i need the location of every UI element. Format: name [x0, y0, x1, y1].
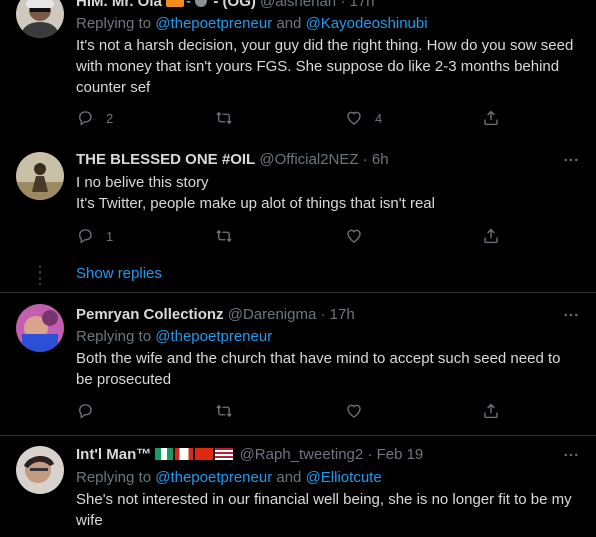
reply-button[interactable]: 1	[76, 226, 113, 246]
share-button[interactable]	[482, 108, 500, 128]
retweet-icon	[215, 109, 233, 127]
tweet-text-line: I no belive this story	[76, 174, 209, 191]
replying-to-label: Replying to	[76, 328, 156, 345]
separator: ·	[336, 0, 350, 10]
reply-button[interactable]	[76, 401, 94, 421]
replying-to: Replying to @thepoetpreneur and @Elliotc…	[76, 468, 382, 488]
share-icon	[482, 402, 500, 420]
reply-button[interactable]: 2	[76, 108, 113, 128]
more-icon	[562, 151, 580, 169]
separator: ·	[316, 306, 330, 323]
heart-icon	[345, 109, 363, 127]
like-button[interactable]	[345, 401, 363, 421]
show-replies-link[interactable]: Show replies	[76, 264, 162, 284]
timestamp[interactable]: 17h	[350, 0, 375, 10]
more-button[interactable]	[562, 446, 580, 464]
heart-icon	[345, 227, 363, 245]
display-name[interactable]: Int'l Man™	[76, 446, 151, 463]
like-button[interactable]	[345, 226, 363, 246]
tweet-2[interactable]: THE BLESSED ONE #OIL @Official2NEZ · 6h …	[0, 143, 596, 293]
tweet-text-line: It's Twitter, people make up alot of thi…	[76, 195, 435, 212]
replying-to: Replying to @thepoetpreneur and @Kayodeo…	[76, 14, 428, 34]
and-text: and	[272, 15, 306, 32]
mention-link[interactable]: @Elliotcute	[306, 469, 382, 486]
share-icon	[482, 227, 500, 245]
tweet-4[interactable]: Int'l Man™ @Raph_tweeting2 · Feb 19 Repl…	[0, 436, 596, 537]
user-handle[interactable]: @Darenigma	[228, 306, 317, 323]
display-name-suffix: - (OG)	[209, 0, 256, 10]
separator: ·	[363, 446, 377, 463]
timestamp[interactable]: 17h	[330, 306, 355, 323]
share-icon	[482, 109, 500, 127]
reply-icon	[76, 227, 94, 245]
display-name[interactable]: Pemryan Collectionz	[76, 306, 224, 323]
more-icon	[562, 446, 580, 464]
replying-to: Replying to @thepoetpreneur	[76, 327, 272, 347]
retweet-icon	[215, 227, 233, 245]
retweet-button[interactable]	[215, 108, 233, 128]
mention-link[interactable]: @thepoetpreneur	[155, 15, 272, 32]
thread-connector	[39, 265, 41, 285]
avatar[interactable]	[16, 0, 64, 38]
share-button[interactable]	[482, 401, 500, 421]
and-text: and	[272, 469, 306, 486]
tweet-header: THE BLESSED ONE #OIL @Official2NEZ · 6h	[76, 150, 389, 170]
display-name[interactable]: THE BLESSED ONE #OIL	[76, 151, 255, 168]
heart-icon	[345, 402, 363, 420]
share-button[interactable]	[482, 226, 500, 246]
retweet-button[interactable]	[215, 401, 233, 421]
user-handle[interactable]: @alshenan	[260, 0, 336, 10]
tweet-text: Both the wife and the church that have m…	[76, 350, 561, 388]
retweet-icon	[215, 402, 233, 420]
emoji-flags	[155, 446, 239, 463]
user-handle[interactable]: @Official2NEZ	[259, 151, 358, 168]
reply-count: 2	[106, 110, 114, 126]
timestamp[interactable]: Feb 19	[377, 446, 424, 463]
tweet-header: HIM. Mr. Ola - - (OG) @alshenan · 17h	[76, 0, 375, 12]
mention-link[interactable]: @thepoetpreneur	[155, 469, 272, 486]
replying-to-label: Replying to	[76, 469, 156, 486]
user-handle[interactable]: @Raph_tweeting2	[240, 446, 364, 463]
reply-icon	[76, 109, 94, 127]
tweet-3[interactable]: Pemryan Collectionz @Darenigma · 17h Rep…	[0, 293, 596, 435]
tweet-text: She's not interested in our financial we…	[76, 491, 572, 529]
tweet-text: It's not a harsh decision, your guy did …	[76, 37, 574, 96]
retweet-button[interactable]	[215, 226, 233, 246]
tweet-header: Pemryan Collectionz @Darenigma · 17h	[76, 305, 355, 325]
more-button[interactable]	[562, 306, 580, 324]
like-button[interactable]: 4	[345, 108, 382, 128]
avatar[interactable]	[16, 446, 64, 494]
mention-link[interactable]: @thepoetpreneur	[155, 328, 272, 345]
avatar[interactable]	[16, 304, 64, 352]
display-name[interactable]: HIM. Mr. Ola	[76, 0, 162, 10]
separator: ·	[358, 151, 372, 168]
tweet-1[interactable]: HIM. Mr. Ola - - (OG) @alshenan · 17h Re…	[0, 0, 596, 143]
more-icon	[562, 306, 580, 324]
mention-link[interactable]: @Kayodeoshinubi	[306, 15, 428, 32]
tweet-header: Int'l Man™ @Raph_tweeting2 · Feb 19	[76, 445, 423, 465]
like-count: 4	[375, 110, 383, 126]
timestamp[interactable]: 6h	[372, 151, 389, 168]
reply-count: 1	[106, 228, 114, 244]
reply-icon	[76, 402, 94, 420]
more-button[interactable]	[562, 151, 580, 169]
replying-to-label: Replying to	[76, 15, 156, 32]
avatar[interactable]	[16, 152, 64, 200]
emoji-flags: -	[166, 0, 209, 10]
